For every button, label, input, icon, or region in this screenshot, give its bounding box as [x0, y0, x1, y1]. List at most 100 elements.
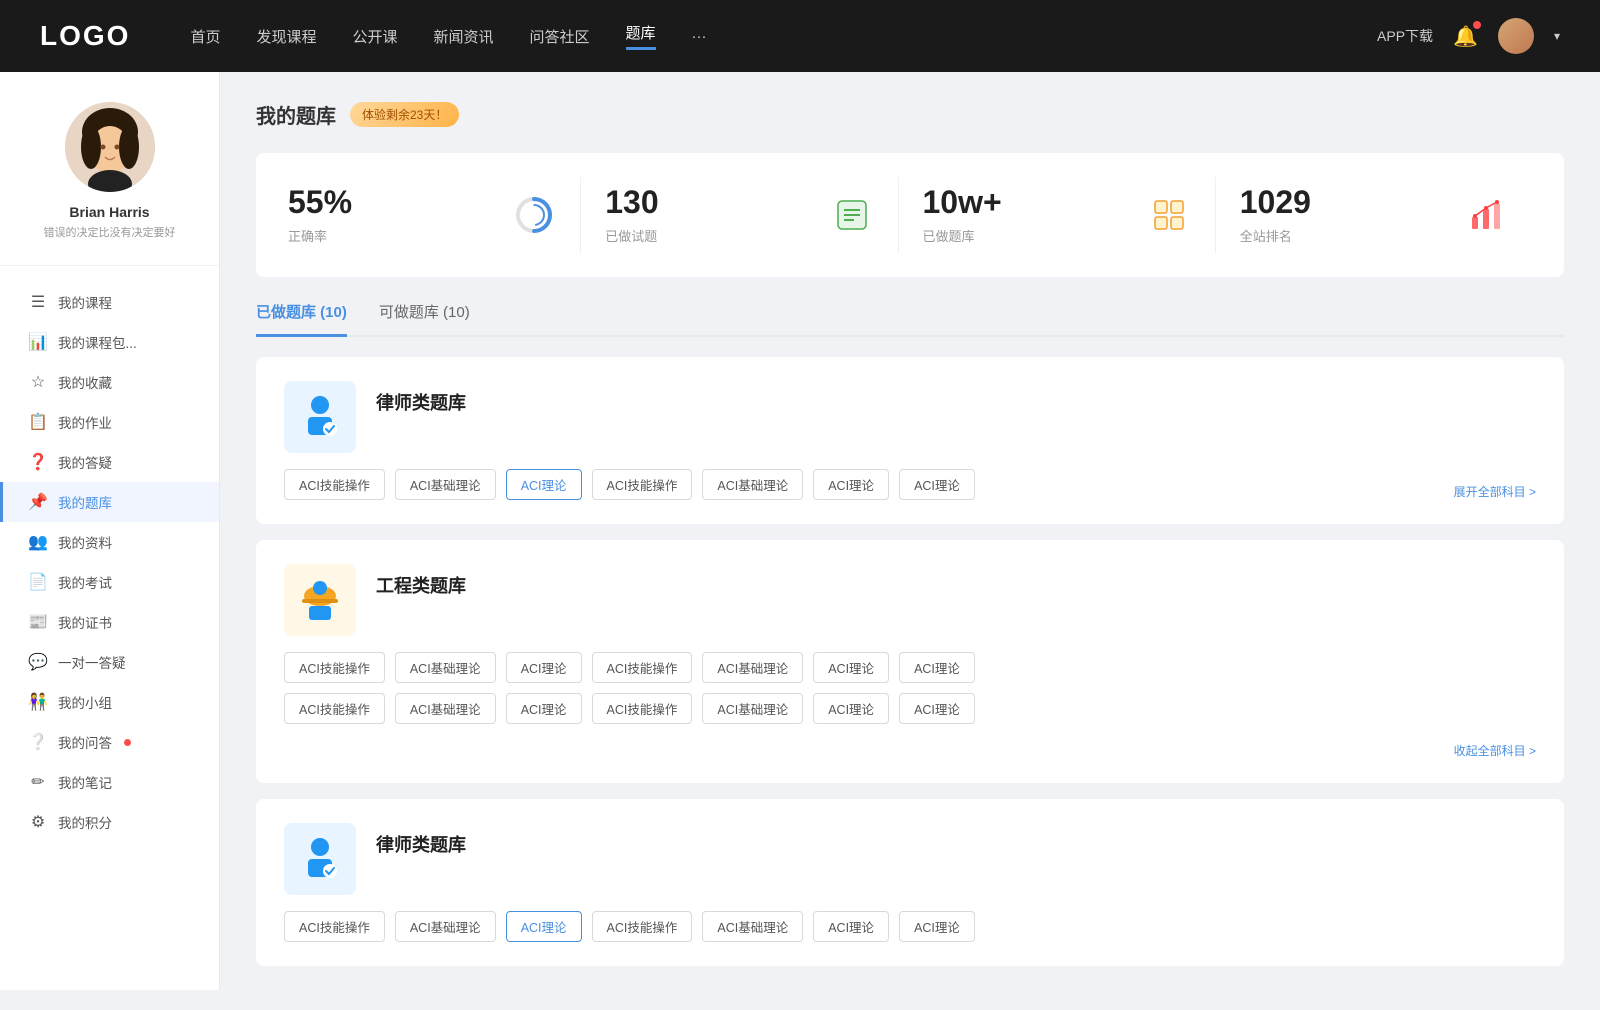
nav-questionbank[interactable]: 题库: [626, 22, 656, 50]
nav-news[interactable]: 新闻资讯: [434, 26, 494, 47]
navbar: LOGO 首页 发现课程 公开课 新闻资讯 问答社区 题库 ··· APP下载 …: [0, 0, 1600, 72]
nav-home[interactable]: 首页: [190, 26, 220, 47]
qbank-3-tag-6[interactable]: ACI理论: [899, 911, 975, 942]
main-content: 我的题库 体验剩余23天！ 55% 正确率: [220, 72, 1600, 1010]
lawyer-icon-svg-3: [294, 833, 346, 885]
ranking-chart-icon: [1464, 193, 1508, 237]
sidebar-item-notes[interactable]: ✏ 我的笔记: [0, 762, 219, 802]
done-questions-value: 130: [605, 185, 813, 220]
sidebar-item-onetutoring[interactable]: 💬 一对一答疑: [0, 642, 219, 682]
sidebar-user-name: Brian Harris: [20, 204, 199, 220]
stat-ranking: 1029 全站排名: [1216, 177, 1532, 253]
qbank-2-tag-r2-5[interactable]: ACI理论: [813, 693, 889, 724]
questionbank-icon: 📌: [28, 492, 48, 512]
coursepackage-icon: 📊: [28, 332, 48, 352]
questions-icon: ❓: [28, 452, 48, 472]
tabs-row: 已做题库 (10) 可做题库 (10): [256, 301, 1564, 337]
notification-badge: [1473, 21, 1481, 29]
accuracy-icon: [512, 193, 556, 237]
qbank-2-tag-r1-4[interactable]: ACI基础理论: [702, 652, 803, 683]
nav-menu: 首页 发现课程 公开课 新闻资讯 问答社区 题库 ···: [190, 22, 1377, 50]
page-title: 我的题库: [256, 100, 336, 129]
qbank-2-tag-r2-2[interactable]: ACI理论: [506, 693, 582, 724]
qbank-1-expand[interactable]: 展开全部科目 >: [1454, 483, 1536, 500]
lawyer-icon-svg: [294, 391, 346, 443]
qbank-3-tag-4[interactable]: ACI基础理论: [702, 911, 803, 942]
nav-opencourse[interactable]: 公开课: [352, 26, 397, 47]
qbank-2-tag-r2-3[interactable]: ACI技能操作: [592, 693, 693, 724]
myqa-badge: [124, 739, 131, 746]
sidebar-item-coursepackage[interactable]: 📊 我的课程包...: [0, 322, 219, 362]
qbank-3-tag-0[interactable]: ACI技能操作: [284, 911, 385, 942]
myqa-icon: ❔: [28, 732, 48, 752]
group-icon: 👫: [28, 692, 48, 712]
user-avatar-nav[interactable]: [1498, 18, 1534, 54]
tab-available[interactable]: 可做题库 (10): [379, 301, 470, 337]
banks-grid-icon: [1147, 193, 1191, 237]
user-dropdown-chevron[interactable]: ▾: [1554, 29, 1560, 43]
user-avatar: [65, 102, 155, 192]
sidebar-item-myqa[interactable]: ❔ 我的问答: [0, 722, 219, 762]
qbank-card-1: 律师类题库 ACI技能操作 ACI基础理论 ACI理论 ACI技能操作 ACI基…: [256, 357, 1564, 524]
qbank-2-tag-r1-6[interactable]: ACI理论: [899, 652, 975, 683]
qbank-1-tag-4[interactable]: ACI基础理论: [702, 469, 803, 500]
qbank-2-tag-r1-0[interactable]: ACI技能操作: [284, 652, 385, 683]
sidebar-item-exam[interactable]: 📄 我的考试: [0, 562, 219, 602]
sidebar-item-course[interactable]: ☰ 我的课程: [0, 282, 219, 322]
qbank-2-tag-r1-3[interactable]: ACI技能操作: [592, 652, 693, 683]
qbank-2-tag-r1-1[interactable]: ACI基础理论: [395, 652, 496, 683]
qbank-2-tags-row1: ACI技能操作 ACI基础理论 ACI理论 ACI技能操作 ACI基础理论 AC…: [284, 652, 1536, 683]
qbank-2-collapse[interactable]: 收起全部科目 >: [1454, 742, 1536, 759]
notes-icon: ✏: [28, 772, 48, 792]
qbank-card-3: 律师类题库 ACI技能操作 ACI基础理论 ACI理论 ACI技能操作 ACI基…: [256, 799, 1564, 966]
sidebar-item-group[interactable]: 👫 我的小组: [0, 682, 219, 722]
exam-icon: 📄: [28, 572, 48, 592]
sidebar-item-materials[interactable]: 👥 我的资料: [0, 522, 219, 562]
stat-accuracy: 55% 正确率: [288, 177, 581, 253]
nav-qa[interactable]: 问答社区: [530, 26, 590, 47]
qbank-2-tag-r2-6[interactable]: ACI理论: [899, 693, 975, 724]
done-questions-label: 已做试题: [605, 226, 813, 245]
qbank-2-tag-r2-0[interactable]: ACI技能操作: [284, 693, 385, 724]
done-banks-value: 10w+: [923, 185, 1131, 220]
qbank-2-tag-r1-2[interactable]: ACI理论: [506, 652, 582, 683]
qbank-1-tag-1[interactable]: ACI基础理论: [395, 469, 496, 500]
favorites-icon: ☆: [28, 372, 48, 392]
qbank-2-tag-r2-1[interactable]: ACI基础理论: [395, 693, 496, 724]
qbank-3-tag-2[interactable]: ACI理论: [506, 911, 582, 942]
qbank-1-tag-2[interactable]: ACI理论: [506, 469, 582, 500]
points-icon: ⚙: [28, 812, 48, 832]
nav-discover[interactable]: 发现课程: [256, 26, 316, 47]
app-download[interactable]: APP下载: [1377, 26, 1433, 46]
qbank-1-tag-0[interactable]: ACI技能操作: [284, 469, 385, 500]
nav-more[interactable]: ···: [692, 28, 707, 45]
sidebar-item-favorites[interactable]: ☆ 我的收藏: [0, 362, 219, 402]
sidebar-item-questions[interactable]: ❓ 我的答疑: [0, 442, 219, 482]
qbank-3-tag-3[interactable]: ACI技能操作: [592, 911, 693, 942]
qbank-1-tag-5[interactable]: ACI理论: [813, 469, 889, 500]
sidebar-item-certificate[interactable]: 📰 我的证书: [0, 602, 219, 642]
qbank-1-icon-wrap: [284, 381, 356, 453]
qbank-2-tag-r1-5[interactable]: ACI理论: [813, 652, 889, 683]
qbank-3-tag-5[interactable]: ACI理论: [813, 911, 889, 942]
qbank-1-tag-6[interactable]: ACI理论: [899, 469, 975, 500]
sidebar: Brian Harris 错误的决定比没有决定要好 ☰ 我的课程 📊 我的课程包…: [0, 72, 220, 990]
accuracy-label: 正确率: [288, 226, 496, 245]
qbank-3-tag-1[interactable]: ACI基础理论: [395, 911, 496, 942]
homework-icon: 📋: [28, 412, 48, 432]
qbank-2-tag-r2-4[interactable]: ACI基础理论: [702, 693, 803, 724]
sidebar-item-questionbank[interactable]: 📌 我的题库: [0, 482, 219, 522]
stat-done-banks: 10w+ 已做题库: [899, 177, 1216, 253]
avatar-svg: [65, 102, 155, 192]
accuracy-value: 55%: [288, 185, 496, 220]
tab-done[interactable]: 已做题库 (10): [256, 301, 347, 337]
logo[interactable]: LOGO: [40, 20, 130, 52]
sidebar-item-points[interactable]: ⚙ 我的积分: [0, 802, 219, 842]
notification-bell[interactable]: 🔔: [1453, 24, 1478, 49]
qbank-1-title: 律师类题库: [376, 381, 466, 415]
sidebar-menu: ☰ 我的课程 📊 我的课程包... ☆ 我的收藏 📋 我的作业 ❓ 我的答疑 📌: [0, 266, 219, 858]
qbank-1-tag-3[interactable]: ACI技能操作: [592, 469, 693, 500]
page-header: 我的题库 体验剩余23天！: [256, 100, 1564, 129]
sidebar-item-homework[interactable]: 📋 我的作业: [0, 402, 219, 442]
qbank-3-icon-wrap: [284, 823, 356, 895]
